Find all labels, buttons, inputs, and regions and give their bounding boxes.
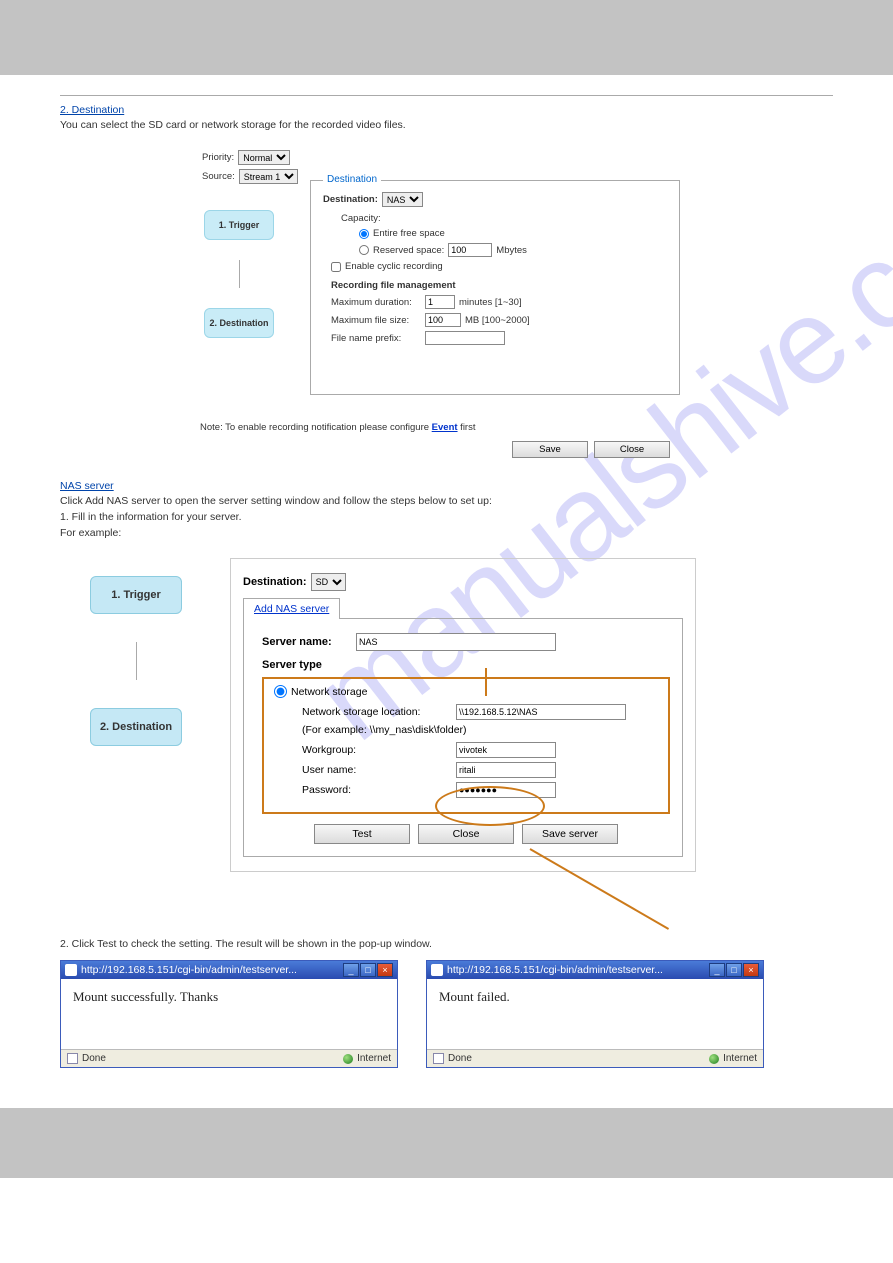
servername-label: Server name: xyxy=(262,636,352,648)
loc-input[interactable] xyxy=(456,704,626,720)
save-server-button[interactable]: Save server xyxy=(522,824,618,844)
close-icon[interactable]: × xyxy=(743,963,759,977)
globe-icon xyxy=(343,1054,353,1064)
step-connector-2 xyxy=(136,642,137,680)
dest-select[interactable]: NAS xyxy=(382,192,423,207)
pw-label: Password: xyxy=(302,784,452,796)
popup-titlebar-2: http://192.168.5.151/cgi-bin/admin/tests… xyxy=(427,961,763,979)
servertype-label: Server type xyxy=(262,659,670,671)
close-button[interactable]: Close xyxy=(594,441,670,458)
ie-icon xyxy=(65,964,77,976)
reserved-input[interactable] xyxy=(448,243,492,257)
radio-network-storage[interactable] xyxy=(274,685,287,698)
done-icon xyxy=(67,1053,78,1064)
radio-network-storage-label: Network storage xyxy=(291,686,367,698)
ie-icon xyxy=(431,964,443,976)
destination-fieldset: Destination Destination: NAS Capacity: E… xyxy=(310,180,680,395)
prefix-input[interactable] xyxy=(425,331,505,345)
loc-example: (For example: \\my_nas\disk\folder) xyxy=(302,724,658,736)
popup-statusbar-2: Done Internet xyxy=(427,1049,763,1067)
popup-url: http://192.168.5.151/cgi-bin/admin/tests… xyxy=(81,964,297,976)
test-desc: 2. Click Test to check the setting. The … xyxy=(60,938,833,950)
radio-entire-free[interactable] xyxy=(359,229,369,239)
note-line: Note: To enable recording notification p… xyxy=(200,422,680,433)
priority-select[interactable]: Normal xyxy=(238,150,290,165)
un-label: User name: xyxy=(302,764,452,776)
status-zone-2: Internet xyxy=(723,1053,757,1064)
close-icon[interactable]: × xyxy=(377,963,393,977)
popup-body-2: Mount failed. xyxy=(427,979,763,1049)
radio-reserved[interactable] xyxy=(359,245,369,255)
popup-statusbar: Done Internet xyxy=(61,1049,397,1067)
nas-panel: Destination: SD Add NAS server Server na… xyxy=(230,558,696,872)
popup-titlebar: http://192.168.5.151/cgi-bin/admin/tests… xyxy=(61,961,397,979)
step-destination[interactable]: 2. Destination xyxy=(204,308,274,338)
highlighted-box: Network storage Network storage location… xyxy=(262,677,670,814)
source-label: Source: xyxy=(202,171,235,182)
status-done-2: Done xyxy=(448,1053,472,1064)
popup-body: Mount successfully. Thanks xyxy=(61,979,397,1049)
event-link[interactable]: Event xyxy=(432,422,458,433)
maxsize-input[interactable] xyxy=(425,313,461,327)
status-done: Done xyxy=(82,1053,106,1064)
nas-desc-3: For example: xyxy=(60,526,833,540)
loc-label: Network storage location: xyxy=(302,706,452,718)
priority-label: Priority: xyxy=(202,152,234,163)
minimize-icon[interactable]: _ xyxy=(343,963,359,977)
popup-url-2: http://192.168.5.151/cgi-bin/admin/tests… xyxy=(447,964,663,976)
cyclic-checkbox[interactable] xyxy=(331,262,341,272)
rec-mgmt-label: Recording file management xyxy=(331,280,667,291)
globe-icon xyxy=(709,1054,719,1064)
step-connector xyxy=(239,260,240,288)
fieldset-legend: Destination xyxy=(323,174,381,185)
maxsize-unit: MB [100~2000] xyxy=(465,315,530,326)
step-trigger[interactable]: 1. Trigger xyxy=(204,210,274,240)
radio-reserved-label: Reserved space: xyxy=(373,245,444,256)
cyclic-label: Enable cyclic recording xyxy=(345,261,443,272)
servername-input[interactable] xyxy=(356,633,556,651)
nas-desc-1: Click Add NAS server to open the server … xyxy=(60,494,833,508)
maximize-icon[interactable]: □ xyxy=(726,963,742,977)
dest-label: Destination: xyxy=(323,194,378,205)
maxdur-label: Maximum duration: xyxy=(331,297,421,308)
minimize-icon[interactable]: _ xyxy=(709,963,725,977)
bottom-banner xyxy=(0,1108,893,1178)
test-button[interactable]: Test xyxy=(314,824,410,844)
top-banner xyxy=(0,0,893,75)
section-desc: You can select the SD card or network st… xyxy=(60,118,833,132)
wg-label: Workgroup: xyxy=(302,744,452,756)
status-zone: Internet xyxy=(357,1053,391,1064)
popup-success: http://192.168.5.151/cgi-bin/admin/tests… xyxy=(60,960,398,1068)
wg-input[interactable] xyxy=(456,742,556,758)
maxsize-label: Maximum file size: xyxy=(331,315,421,326)
save-button[interactable]: Save xyxy=(512,441,588,458)
maxdur-input[interactable] xyxy=(425,295,455,309)
un-input[interactable] xyxy=(456,762,556,778)
prefix-label: File name prefix: xyxy=(331,333,421,344)
close-button-2[interactable]: Close xyxy=(418,824,514,844)
divider xyxy=(60,95,833,96)
step-destination-2[interactable]: 2. Destination xyxy=(90,708,182,746)
dest-label-2: Destination: xyxy=(243,576,307,588)
step-trigger-2[interactable]: 1. Trigger xyxy=(90,576,182,614)
dest-select-2[interactable]: SD xyxy=(311,573,346,591)
tab-add-nas[interactable]: Add NAS server xyxy=(243,598,340,619)
section-heading-destination[interactable]: 2. Destination xyxy=(60,104,124,116)
reserved-unit: Mbytes xyxy=(496,245,527,256)
screenshot-destination: Priority: Normal Source: Stream 1 1. Tri… xyxy=(200,150,690,450)
popup-fail: http://192.168.5.151/cgi-bin/admin/tests… xyxy=(426,960,764,1068)
pw-input[interactable] xyxy=(456,782,556,798)
section-heading-nas: NAS server xyxy=(60,480,114,492)
done-icon xyxy=(433,1053,444,1064)
maximize-icon[interactable]: □ xyxy=(360,963,376,977)
source-select[interactable]: Stream 1 xyxy=(239,169,298,184)
nas-desc-2: 1. Fill in the information for your serv… xyxy=(60,510,833,524)
radio-entire-free-label: Entire free space xyxy=(373,228,445,239)
maxdur-unit: minutes [1~30] xyxy=(459,297,522,308)
capacity-label: Capacity: xyxy=(341,213,667,224)
screenshot-nas: 1. Trigger 2. Destination Destination: S… xyxy=(60,558,833,918)
